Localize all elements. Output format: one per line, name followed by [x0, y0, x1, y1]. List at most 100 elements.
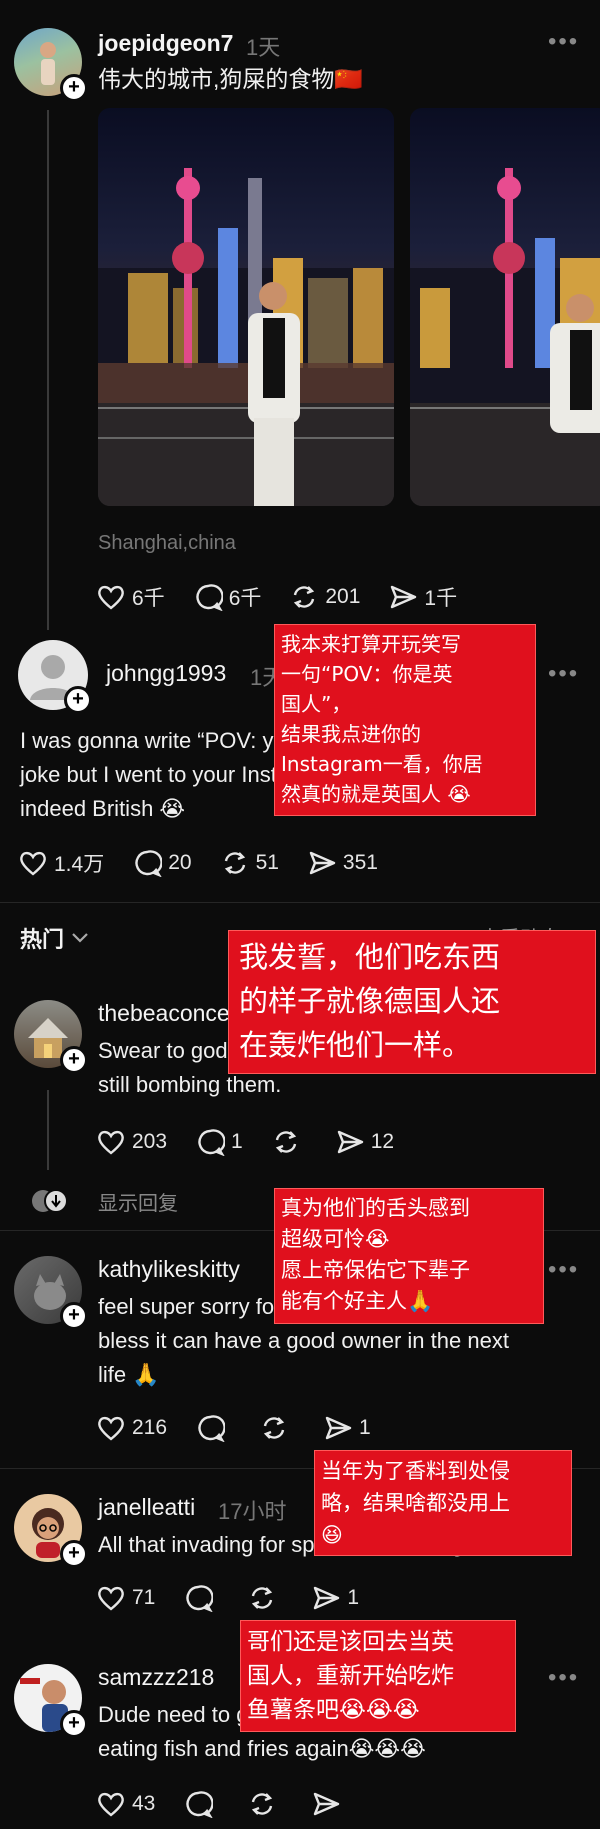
follow-plus-icon[interactable]: + [60, 74, 88, 102]
post-photo-1[interactable] [98, 108, 394, 506]
translation-line: 真为他们的舌头感到 [281, 1196, 470, 1220]
repost-count: 201 [325, 585, 361, 608]
follow-plus-icon[interactable]: + [60, 1710, 88, 1738]
translation-overlay: 哥们还是该回去当英 国人，重新开始吃炸 鱼薯条吧😭😭😭 [240, 1620, 516, 1732]
share-button[interactable] [311, 1790, 347, 1818]
comment-bubble-icon [198, 1129, 226, 1156]
username[interactable]: kathylikeskitty [98, 1256, 240, 1283]
comment-button[interactable]: 20 [132, 849, 192, 877]
translation-line: 哥们还是该回去当英 [247, 1629, 454, 1655]
like-button[interactable]: 6千 [96, 582, 165, 612]
show-replies-label: 显示回复 [98, 1192, 178, 1215]
post-time: 1天 [246, 35, 281, 60]
repost-icon [252, 1793, 273, 1815]
comment-actions: 216 1 [96, 1414, 399, 1442]
translation-line: 鱼薯条吧😭😭😭 [247, 1697, 420, 1723]
comment-bubble-icon [196, 584, 223, 611]
more-options-icon[interactable]: ••• [548, 1256, 579, 1284]
repost-icon [252, 1587, 273, 1609]
like-count: 1.4万 [54, 853, 105, 876]
repost-button[interactable] [259, 1414, 295, 1442]
translation-line: 略，结果啥都没用上 [321, 1491, 510, 1515]
share-button[interactable]: 12 [335, 1128, 394, 1156]
repost-button[interactable]: 201 [289, 583, 360, 611]
heart-icon [98, 1586, 124, 1611]
share-button[interactable]: 1 [323, 1414, 371, 1442]
post-actions: 6千 6千 201 1千 [96, 582, 485, 612]
repost-button[interactable]: 51 [220, 849, 279, 877]
username[interactable]: johngg1993 [106, 660, 226, 687]
comment-button[interactable] [183, 1790, 219, 1818]
comment-actions: 203 1 12 [96, 1128, 422, 1156]
more-options-icon[interactable]: ••• [548, 1664, 579, 1692]
share-count: 351 [342, 851, 378, 874]
username[interactable]: janelleatti [98, 1494, 195, 1521]
thread-line [47, 110, 49, 630]
repost-button[interactable] [271, 1128, 307, 1156]
share-count: 1 [347, 1586, 360, 1609]
repost-count: 51 [255, 851, 279, 874]
like-count: 43 [132, 1792, 156, 1815]
repost-button[interactable] [247, 1790, 283, 1818]
comment-button[interactable] [183, 1584, 219, 1612]
heart-icon [98, 585, 124, 610]
send-icon [314, 1792, 340, 1816]
comment-count: 6千 [228, 587, 262, 610]
location-tag[interactable]: Shanghai,china [98, 532, 236, 555]
repost-button[interactable] [247, 1584, 283, 1612]
follow-plus-icon[interactable]: + [64, 686, 92, 714]
translation-overlay: 当年为了香料到处侵 略，结果啥都没用上 😆 [314, 1450, 572, 1556]
translation-line: 我本来打算开玩笑写 [281, 632, 461, 656]
comment-text-line-2: bless it can have a good owner in the ne… [98, 1328, 509, 1353]
repost-icon [224, 852, 245, 874]
share-button[interactable]: 1 [311, 1584, 359, 1612]
sort-dropdown[interactable]: 热门 [20, 922, 90, 954]
send-icon [337, 1130, 363, 1154]
repost-icon [294, 586, 315, 608]
share-button[interactable]: 1千 [388, 582, 457, 612]
translation-overlay: 真为他们的舌头感到 超级可怜😭 愿上帝保佑它下辈子 能有个好主人🙏 [274, 1188, 544, 1324]
translation-line: 然真的就是英国人 😭 [281, 782, 471, 806]
share-count: 12 [370, 1130, 395, 1153]
heart-icon [20, 851, 46, 876]
like-button[interactable]: 1.4万 [18, 848, 104, 878]
thread-line [47, 1090, 49, 1170]
reply-avatars-icon [32, 1189, 68, 1213]
comment-bubble-icon [186, 1585, 214, 1612]
follow-plus-icon[interactable]: + [60, 1540, 88, 1568]
username[interactable]: thebeaconce [98, 1000, 230, 1027]
username[interactable]: joepidgeon7 [98, 30, 233, 57]
show-replies-button[interactable]: 显示回复 [28, 1186, 178, 1216]
shanghai-skyline-icon [410, 168, 600, 506]
more-options-icon[interactable]: ••• [548, 660, 579, 688]
follow-plus-icon[interactable]: + [60, 1046, 88, 1074]
like-button[interactable]: 43 [96, 1790, 155, 1818]
username[interactable]: samzzz218 [98, 1664, 214, 1691]
shanghai-skyline-icon [98, 168, 394, 506]
translation-line: 我发誓，他们吃东西 [239, 940, 501, 974]
comment-bubble-icon [186, 1791, 214, 1818]
comment-button[interactable]: 1 [195, 1128, 243, 1156]
repost-icon [263, 1417, 285, 1439]
share-button[interactable]: 351 [307, 849, 378, 877]
like-count: 216 [132, 1416, 168, 1439]
comment-text-line-3: life 🙏 [98, 1362, 160, 1387]
translation-line: 一句“POV：你是英 [281, 662, 453, 686]
share-count: 1千 [424, 587, 458, 610]
translation-line: 结果我点进你的 [281, 722, 421, 746]
like-button[interactable]: 71 [96, 1584, 155, 1612]
comment-button[interactable]: 6千 [193, 582, 262, 612]
reply-text-line-3: indeed British 😭 [20, 796, 186, 821]
translation-line: 在轰炸他们一样。 [239, 1028, 472, 1062]
like-count: 6千 [132, 587, 165, 610]
translation-line: 的样子就像德国人还 [239, 984, 501, 1018]
follow-plus-icon[interactable]: + [60, 1302, 88, 1330]
like-button[interactable]: 203 [96, 1128, 167, 1156]
more-options-icon[interactable]: ••• [548, 28, 579, 56]
translation-line: 国人，重新开始吃炸 [247, 1663, 454, 1689]
like-button[interactable]: 216 [96, 1414, 167, 1442]
comment-button[interactable] [195, 1414, 231, 1442]
translation-line: 国人”， [281, 692, 352, 716]
post-photo-2[interactable] [410, 108, 600, 506]
translation-overlay: 我发誓，他们吃东西 的样子就像德国人还 在轰炸他们一样。 [228, 930, 596, 1074]
